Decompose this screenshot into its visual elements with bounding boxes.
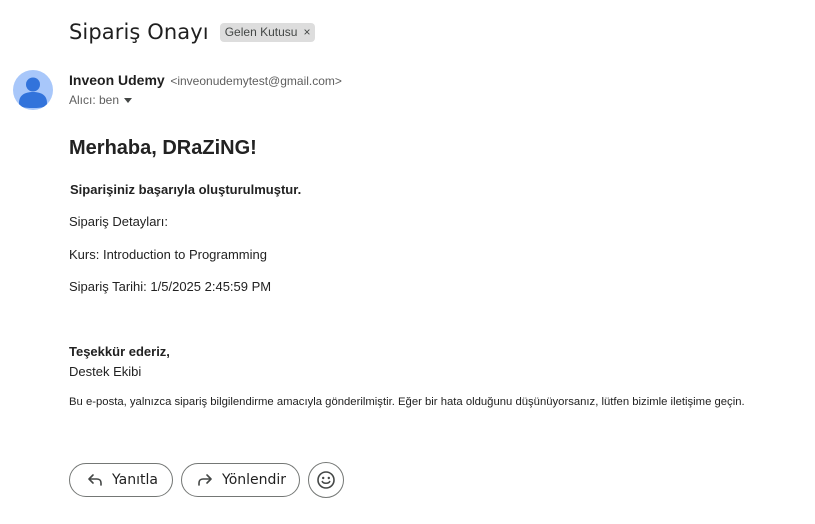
sender-name[interactable]: Inveon Udemy xyxy=(69,72,165,88)
emoji-reaction-button[interactable] xyxy=(308,462,344,498)
course-line: Kurs: Introduction to Programming xyxy=(69,247,267,262)
reply-icon xyxy=(86,471,104,489)
forward-icon xyxy=(196,471,214,489)
forward-label: Yönlendir xyxy=(222,472,287,488)
footer-note: Bu e-posta, yalnızca sipariş bilgilendir… xyxy=(69,396,745,408)
subject-row: Sipariş Onayı Gelen Kutusu × xyxy=(69,20,316,44)
greeting-heading: Merhaba, DRaZiNG! xyxy=(69,137,257,159)
details-heading: Sipariş Detayları: xyxy=(69,214,168,229)
inbox-label-chip[interactable]: Gelen Kutusu × xyxy=(219,22,316,42)
signature-text: Destek Ekibi xyxy=(69,364,142,379)
recipient-label: Alıcı: ben xyxy=(69,93,120,107)
email-subject: Sipariş Onayı xyxy=(69,20,209,44)
action-bar: Yanıtla Yönlendir xyxy=(69,462,344,498)
order-date-line: Sipariş Tarihi: 1/5/2025 2:45:59 PM xyxy=(69,279,272,294)
email-view: Sipariş Onayı Gelen Kutusu × Inveon Udem… xyxy=(0,0,815,524)
reply-button[interactable]: Yanıtla xyxy=(69,463,173,497)
person-icon xyxy=(19,77,47,108)
remove-label-icon[interactable]: × xyxy=(303,25,310,40)
confirmation-text: Siparişiniz başarıyla oluşturulmuştur. xyxy=(70,182,302,197)
thanks-text: Teşekkür ederiz, xyxy=(69,344,170,359)
recipient-line: Alıcı: ben xyxy=(69,93,133,107)
emoji-icon xyxy=(317,471,335,489)
chevron-down-icon[interactable] xyxy=(124,97,133,103)
reply-label: Yanıtla xyxy=(112,472,158,488)
avatar[interactable] xyxy=(13,70,53,110)
sender-line: Inveon Udemy <inveonudemytest@gmail.com> xyxy=(69,72,342,88)
forward-button[interactable]: Yönlendir xyxy=(181,463,300,497)
label-chip-text: Gelen Kutusu xyxy=(224,24,298,39)
sender-email: <inveonudemytest@gmail.com> xyxy=(170,74,342,88)
